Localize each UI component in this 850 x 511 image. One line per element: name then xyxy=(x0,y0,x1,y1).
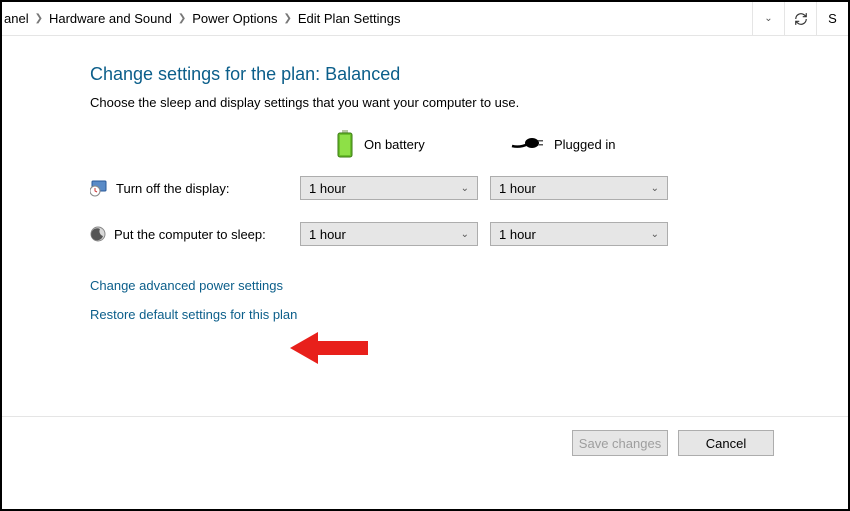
restore-defaults-link[interactable]: Restore default settings for this plan xyxy=(90,307,848,322)
moon-icon xyxy=(90,226,106,242)
search-button[interactable]: S xyxy=(816,2,848,35)
breadcrumb-item-edit[interactable]: Edit Plan Settings xyxy=(298,11,401,26)
plugged-in-header: Plugged in xyxy=(490,136,680,152)
display-battery-select[interactable]: 1 hour ⌄ xyxy=(300,176,478,200)
red-arrow-annotation xyxy=(290,330,370,366)
plugged-in-label: Plugged in xyxy=(554,137,615,152)
sleep-battery-select[interactable]: 1 hour ⌄ xyxy=(300,222,478,246)
chevron-right-icon: ❯ xyxy=(178,13,186,24)
save-changes-button: Save changes xyxy=(572,430,668,456)
on-battery-label: On battery xyxy=(364,137,425,152)
footer-buttons: Save changes Cancel xyxy=(572,430,774,456)
plug-icon xyxy=(510,136,544,152)
chevron-down-icon: ⌄ xyxy=(764,13,772,24)
chevron-right-icon: ❯ xyxy=(35,13,43,24)
breadcrumb-item-hardware[interactable]: Hardware and Sound xyxy=(49,11,172,26)
on-battery-header: On battery xyxy=(300,130,490,158)
chevron-down-icon: ⌄ xyxy=(461,183,469,194)
chevron-down-icon: ⌄ xyxy=(651,183,659,194)
refresh-icon xyxy=(794,12,808,26)
links-block: Change advanced power settings Restore d… xyxy=(90,278,848,322)
chevron-down-icon: ⌄ xyxy=(461,229,469,240)
turn-off-display-row: Turn off the display: 1 hour ⌄ 1 hour ⌄ xyxy=(90,176,848,200)
change-advanced-link[interactable]: Change advanced power settings xyxy=(90,278,848,293)
sleep-battery-value: 1 hour xyxy=(309,227,346,242)
page-subtitle: Choose the sleep and display settings th… xyxy=(90,95,848,110)
breadcrumb-actions: ⌄ S xyxy=(752,2,848,35)
history-dropdown-button[interactable]: ⌄ xyxy=(752,2,784,35)
chevron-down-icon: ⌄ xyxy=(651,229,659,240)
refresh-button[interactable] xyxy=(784,2,816,35)
monitor-clock-icon xyxy=(90,179,108,197)
display-battery-value: 1 hour xyxy=(309,181,346,196)
breadcrumb: anel ❯ Hardware and Sound ❯ Power Option… xyxy=(4,11,752,26)
turn-off-display-label: Turn off the display: xyxy=(90,179,300,197)
content: Change settings for the plan: Balanced C… xyxy=(2,36,848,322)
cancel-button[interactable]: Cancel xyxy=(678,430,774,456)
breadcrumb-item-panel[interactable]: anel xyxy=(4,11,29,26)
search-icon: S xyxy=(828,11,837,26)
sleep-text: Put the computer to sleep: xyxy=(114,227,266,242)
display-plugged-select[interactable]: 1 hour ⌄ xyxy=(490,176,668,200)
breadcrumb-item-power[interactable]: Power Options xyxy=(192,11,277,26)
chevron-right-icon: ❯ xyxy=(283,13,291,24)
turn-off-display-text: Turn off the display: xyxy=(116,181,229,196)
sleep-row: Put the computer to sleep: 1 hour ⌄ 1 ho… xyxy=(90,222,848,246)
page-title: Change settings for the plan: Balanced xyxy=(90,64,848,85)
sleep-plugged-select[interactable]: 1 hour ⌄ xyxy=(490,222,668,246)
battery-icon xyxy=(336,130,354,158)
display-plugged-value: 1 hour xyxy=(499,181,536,196)
breadcrumb-bar: anel ❯ Hardware and Sound ❯ Power Option… xyxy=(2,2,848,36)
sleep-plugged-value: 1 hour xyxy=(499,227,536,242)
column-headers: On battery Plugged in xyxy=(90,130,848,158)
sleep-label: Put the computer to sleep: xyxy=(90,226,300,242)
footer-separator xyxy=(2,416,848,417)
